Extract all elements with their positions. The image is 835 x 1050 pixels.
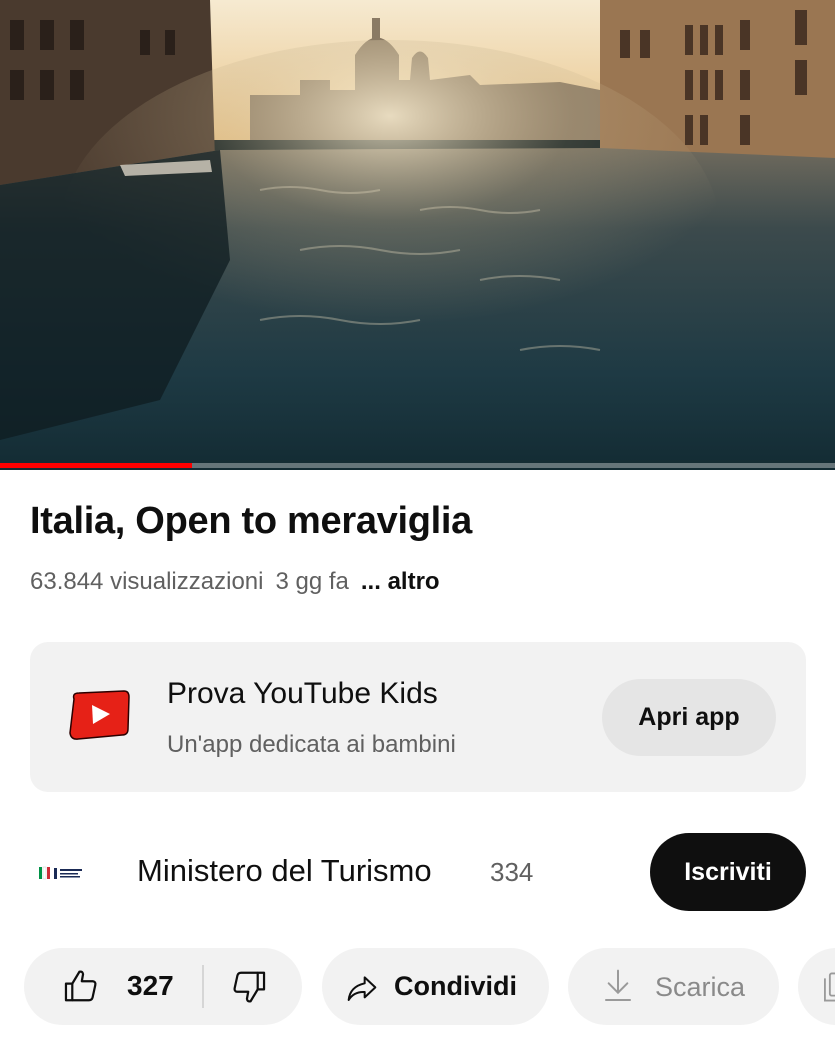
progress-bar-played: [0, 463, 193, 468]
youtube-kids-icon: [66, 689, 132, 746]
thumbs-down-icon[interactable]: [230, 968, 268, 1011]
upload-age: 3 gg fa: [275, 568, 349, 595]
promo-subtitle: Un'app dedicata ai bambini: [167, 731, 456, 758]
youtube-kids-promo[interactable]: Prova YouTube Kids Un'app dedicata ai ba…: [30, 642, 806, 792]
like-count[interactable]: 327: [127, 970, 174, 1002]
download-label: Scarica: [655, 972, 746, 1002]
open-app-button[interactable]: Apri app: [602, 679, 776, 756]
video-title: Italia, Open to meraviglia: [30, 500, 473, 542]
video-player[interactable]: [0, 0, 835, 470]
more-link[interactable]: ... altro: [361, 568, 440, 595]
share-label: Condividi: [394, 971, 517, 1001]
share-button[interactable]: Condividi: [322, 948, 549, 1025]
channel-avatar[interactable]: [38, 862, 98, 884]
subscriber-count: 334: [490, 857, 534, 887]
subscribe-button[interactable]: Iscriviti: [650, 833, 806, 911]
download-icon: [602, 968, 634, 1009]
page: Italia, Open to meraviglia 63.844 visual…: [0, 0, 835, 1050]
pill-divider: [202, 965, 204, 1008]
video-frame: [0, 0, 835, 470]
share-icon: [346, 972, 378, 1009]
view-count: 63.844 visualizzazioni: [30, 568, 264, 595]
like-dislike-pill: 327: [24, 948, 302, 1025]
clip-button[interactable]: [798, 948, 835, 1025]
download-button[interactable]: Scarica: [568, 948, 779, 1025]
copy-icon: [822, 971, 835, 1008]
video-metadata[interactable]: 63.844 visualizzazioni 3 gg fa ... altro: [30, 568, 440, 596]
thumbs-up-icon[interactable]: [62, 967, 100, 1010]
channel-name[interactable]: Ministero del Turismo: [137, 853, 432, 889]
progress-bar[interactable]: [0, 463, 835, 468]
promo-title: Prova YouTube Kids: [167, 677, 438, 710]
